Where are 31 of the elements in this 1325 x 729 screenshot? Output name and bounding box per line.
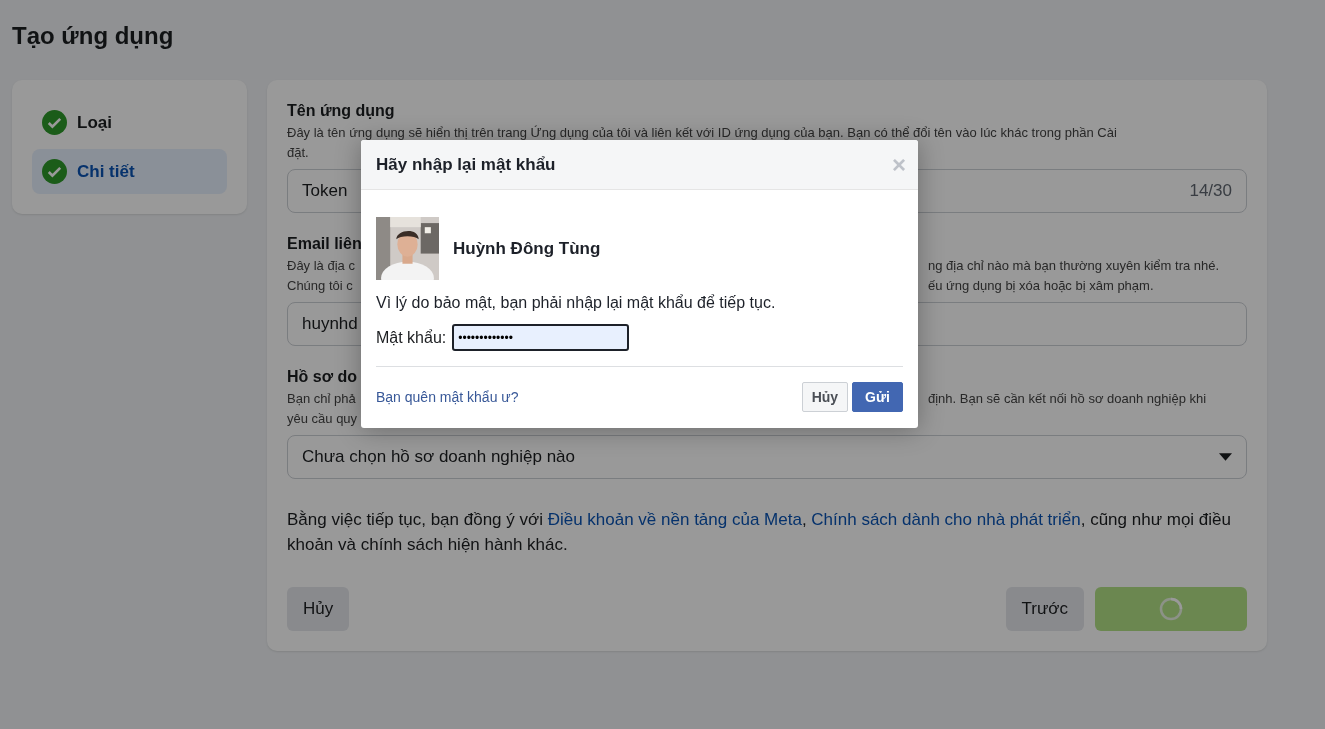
field-description: Chúng tôi c	[287, 277, 354, 295]
dialog-message: Vì lý do bảo mật, bạn phải nhập lại mật khẩu để tiếp tục.	[376, 294, 777, 312]
field-label: Hồ sơ do	[287, 368, 358, 386]
field-description: yêu cầu quy	[287, 410, 359, 428]
caret-icon	[1219, 453, 1232, 461]
terms-link[interactable]: Chính sách dành cho nhà phát triển	[811, 510, 1081, 529]
field-description: Bạn chỉ phả	[287, 390, 357, 408]
loading-spinner-icon	[1159, 597, 1183, 621]
business-profile-dropdown[interactable]: Chưa chọn hồ sơ doanh nghiệp nào	[287, 435, 1247, 479]
step-item[interactable]: Loại	[32, 100, 227, 145]
field-label: Email liên	[287, 235, 362, 253]
user-name: Huỳnh Đông Tùng	[453, 238, 601, 259]
field-description: đặt.	[287, 145, 309, 160]
field-description: Đây là địa c	[287, 257, 356, 275]
field-description: ng địa chỉ nào mà bạn thường xuyên kiểm tra nhé.	[928, 257, 1221, 275]
forgot-password-link[interactable]: Bạn quên mật khẩu ư?	[376, 389, 519, 405]
field-label: Tên ứng dụng	[287, 102, 395, 120]
field-description: định. Bạn sẽ cần kết nối hồ sơ doanh nghiệp khi	[928, 390, 1208, 408]
step-item[interactable]: Chi tiết	[32, 149, 227, 194]
password-field[interactable]: •••••••••••••	[452, 324, 630, 351]
cancel-button[interactable]: Hủy	[287, 587, 350, 631]
page-title: Tạo ứng dụng	[12, 21, 175, 51]
cancel-button[interactable]: Hủy	[801, 382, 849, 412]
field-description: ếu ứng dụng bị xóa hoặc bị xâm phạm.	[928, 277, 1155, 295]
terms-link[interactable]: Điều khoản về nền tảng của Meta	[547, 510, 802, 529]
terms-text: Bằng việc tiếp tục, bạn đồng ý với Điều khoản về nền tảng của Meta, Chính sách dành cho nhà phát triển, cũng như mọi điều khoản và chính sách hiện hành khác.	[287, 509, 1232, 556]
dialog-title: Hãy nhập lại mật khẩu	[376, 154, 556, 175]
field-description: Đây là tên ứng dụng sẽ hiển thị trên trang Ứng dụng của tôi và liên kết với ID ứng dụng của bạn. Bạn có thể đổi tên vào lúc khác trong phần Cài	[287, 124, 1118, 142]
submit-button[interactable]: Gửi	[852, 382, 903, 412]
previous-button[interactable]: Trước	[1005, 587, 1084, 631]
password-label: Mật khẩu:	[376, 328, 447, 347]
